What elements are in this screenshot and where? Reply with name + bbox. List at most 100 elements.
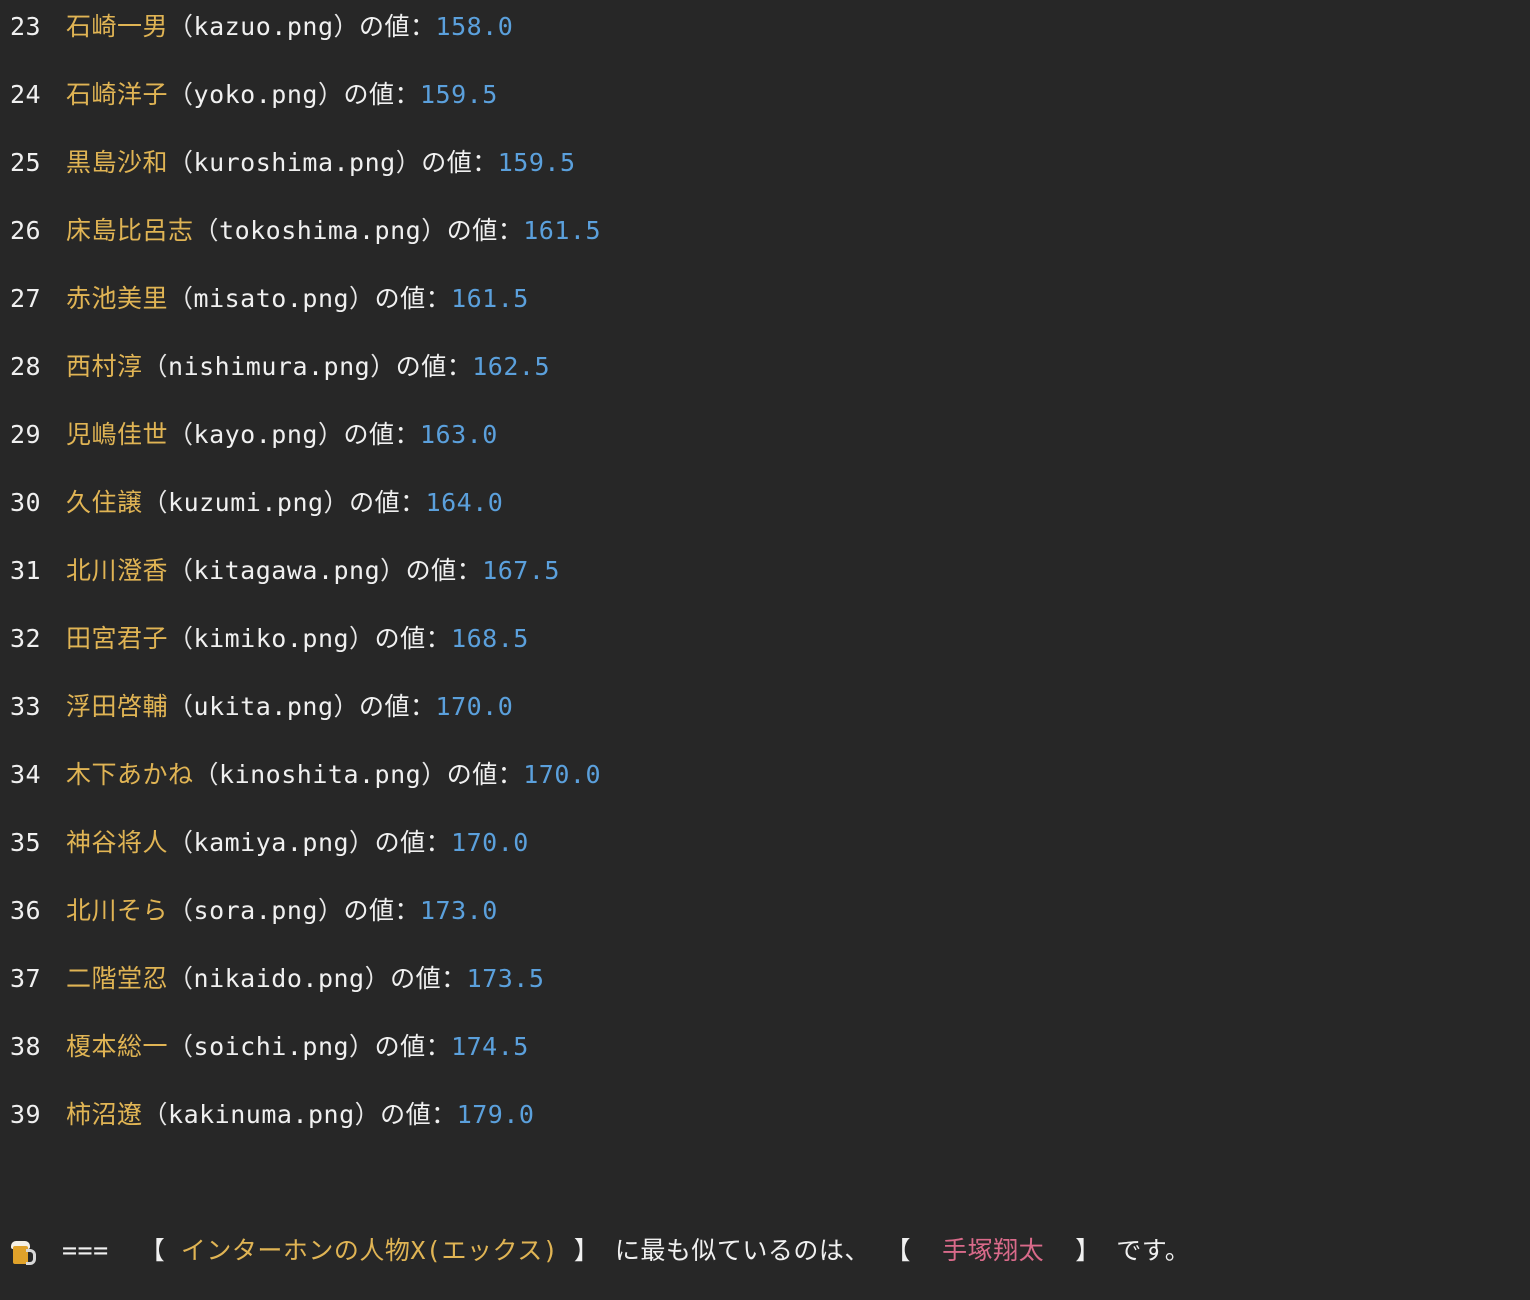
person-name: 赤池美里 [66, 284, 169, 313]
line-number: 36 [10, 896, 42, 925]
value-label: の値： [405, 556, 483, 585]
open-paren: （ [168, 556, 194, 585]
value-label: の値： [349, 488, 426, 517]
person-name: 二階堂忍 [66, 964, 169, 993]
person-name: 久住譲 [66, 488, 143, 517]
line-number: 29 [10, 420, 42, 449]
output-line: 28 西村淳（nishimura.png）の値：162.5 [10, 349, 550, 385]
answer-name: 手塚翔太 [942, 1236, 1045, 1265]
person-name: 床島比呂志 [66, 216, 194, 245]
person-name: 石崎一男 [66, 12, 169, 41]
open-paren: （ [193, 216, 220, 245]
result-middle-text: に最も似ているのは、 [614, 1236, 870, 1265]
score-value: 164.0 [425, 488, 504, 517]
value-label: の値： [446, 216, 524, 245]
close-paren: ） [333, 692, 360, 721]
output-line: 23 石崎一男（kazuo.png）の値：158.0 [10, 9, 513, 45]
score-value: 170.0 [435, 692, 514, 721]
result-end-text: です。 [1116, 1236, 1191, 1265]
close-paren: ） [364, 964, 391, 993]
close-paren: ） [349, 284, 375, 313]
subject-label: インターホンの人物X(エックス) [180, 1236, 559, 1265]
close-paren: ） [421, 216, 447, 245]
line-number: 39 [10, 1100, 42, 1129]
line-number: 37 [10, 964, 42, 993]
close-paren: ） [317, 80, 344, 109]
line-number: 28 [10, 352, 42, 381]
person-name: 北川澄香 [66, 556, 169, 585]
person-name: 浮田啓輔 [66, 692, 169, 721]
close-paren: ） [349, 624, 375, 653]
result-prefix: === [62, 1236, 109, 1265]
person-name: 西村淳 [66, 352, 143, 381]
score-value: 173.5 [466, 964, 545, 993]
close-paren: ） [349, 1032, 375, 1061]
file-name: misato.png [193, 284, 350, 313]
file-name: ukita.png [193, 692, 334, 721]
value-label: の値： [446, 760, 524, 789]
close-paren: ） [323, 488, 350, 517]
open-paren: （ [168, 1032, 194, 1061]
open-paren: （ [168, 12, 194, 41]
value-label: の値： [343, 896, 420, 925]
output-line: 30 久住譲（kuzumi.png）の値：164.0 [10, 485, 503, 521]
file-name: yoko.png [193, 80, 318, 109]
open-paren: （ [168, 692, 194, 721]
close-paren: ） [317, 896, 344, 925]
open-paren: （ [168, 828, 194, 857]
value-label: の値： [343, 80, 420, 109]
file-name: nishimura.png [168, 352, 371, 381]
output-line: 27 赤池美里（misato.png）の値：161.5 [10, 281, 529, 317]
score-value: 161.5 [451, 284, 529, 313]
output-line: 25 黒島沙和（kuroshima.png）の値：159.5 [10, 145, 576, 181]
close-paren: ） [317, 420, 344, 449]
score-value: 167.5 [482, 556, 560, 585]
line-number: 26 [10, 216, 42, 245]
score-value: 179.0 [456, 1100, 535, 1129]
person-name: 児嶋佳世 [66, 420, 169, 449]
person-name: 北川そら [66, 896, 169, 925]
line-number: 27 [10, 284, 42, 313]
value-label: の値： [374, 624, 452, 653]
value-label: の値： [374, 828, 452, 857]
output-line: 39 柿沼遼（kakinuma.png）の値：179.0 [10, 1097, 534, 1133]
value-label: の値： [374, 1032, 452, 1061]
file-name: kimiko.png [193, 624, 350, 653]
score-value: 162.5 [472, 352, 550, 381]
result-line: === 【 インターホンの人物X(エックス) 】 に最も似ているのは、 【 手塚… [10, 1233, 1190, 1269]
output-line: 34 木下あかね（kinoshita.png）の値：170.0 [10, 757, 601, 793]
output-line: 35 神谷将人（kamiya.png）の値：170.0 [10, 825, 529, 861]
output-line: 37 二階堂忍（nikaido.png）の値：173.5 [10, 961, 544, 997]
score-value: 161.5 [523, 216, 601, 245]
output-line: 29 児嶋佳世（kayo.png）の値：163.0 [10, 417, 498, 453]
open-bracket: 【 [139, 1236, 166, 1265]
output-line: 31 北川澄香（kitagawa.png）の値：167.5 [10, 553, 560, 589]
open-paren: （ [168, 80, 194, 109]
file-name: kazuo.png [193, 12, 334, 41]
terminal-output: 23 石崎一男（kazuo.png）の値：158.0 24 石崎洋子（yoko.png… [0, 0, 1530, 1300]
value-label: の値： [343, 420, 420, 449]
line-number: 25 [10, 148, 42, 177]
score-value: 173.0 [419, 896, 498, 925]
open-paren: （ [142, 1100, 169, 1129]
close-paren: ） [349, 828, 375, 857]
close-paren: ） [421, 760, 447, 789]
line-number: 35 [10, 828, 42, 857]
value-label: の値： [421, 148, 498, 177]
file-name: kitagawa.png [193, 556, 381, 585]
close-paren: ） [370, 352, 396, 381]
line-number: 30 [10, 488, 42, 517]
output-line: 26 床島比呂志（tokoshima.png）の値：161.5 [10, 213, 601, 249]
file-name: sora.png [193, 896, 318, 925]
open-paren: （ [168, 624, 194, 653]
file-name: kuroshima.png [193, 148, 396, 177]
line-number: 31 [10, 556, 42, 585]
output-line: 33 浮田啓輔（ukita.png）の値：170.0 [10, 689, 513, 725]
line-number: 23 [10, 12, 42, 41]
file-name: kayo.png [193, 420, 318, 449]
value-label: の値： [395, 352, 473, 381]
close-paren: ） [333, 12, 360, 41]
person-name: 田宮君子 [66, 624, 169, 653]
file-name: kuzumi.png [168, 488, 324, 517]
output-line: 24 石崎洋子（yoko.png）の値：159.5 [10, 77, 498, 113]
